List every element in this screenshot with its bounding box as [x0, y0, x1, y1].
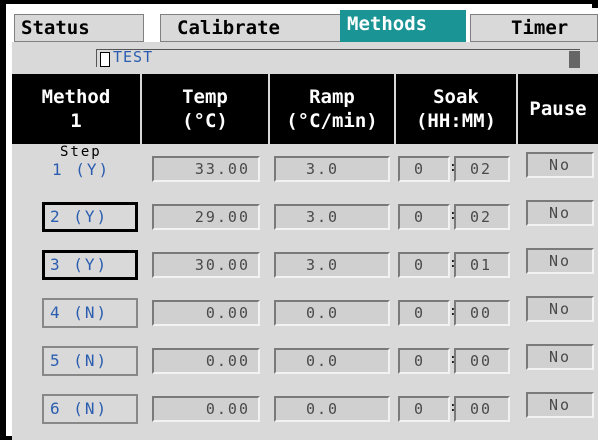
time-colon: :	[449, 160, 457, 175]
header-method-number: 1	[70, 110, 82, 132]
step-button[interactable]: 4 (N)	[42, 298, 138, 328]
screen-content: Status Calibrate Methods Timer TEST Meth…	[12, 8, 598, 440]
method-name-strip: TEST	[12, 42, 598, 74]
table-row: 5 (N) 0.00 0.0 0 : 00 No	[12, 336, 598, 384]
step-heading: Step	[60, 144, 102, 160]
method-name-label: TEST	[113, 48, 154, 66]
temp-field[interactable]: 0.00	[152, 396, 260, 422]
soak-minutes-field[interactable]: 00	[454, 348, 510, 374]
time-colon: :	[449, 352, 457, 367]
step-label[interactable]: 1 (Y)	[52, 160, 110, 179]
header-ramp: Ramp (°C/min)	[270, 74, 394, 144]
header-pause: Pause	[518, 74, 598, 144]
step-cell: 4 (N)	[12, 288, 140, 336]
table-row: Step 1 (Y) 33.00 3.0 0 : 02 No	[12, 144, 598, 192]
method-checkbox[interactable]	[100, 52, 110, 67]
step-button[interactable]: 5 (N)	[42, 346, 138, 376]
time-colon: :	[449, 256, 457, 271]
temp-field[interactable]: 0.00	[152, 300, 260, 326]
tab-methods[interactable]: Methods	[340, 10, 466, 42]
table-row: 3 (Y) 30.00 3.0 0 : 01 No	[12, 240, 598, 288]
header-soak: Soak (HH:MM)	[396, 74, 516, 144]
tab-status[interactable]: Status	[14, 14, 144, 42]
pause-field[interactable]: No	[526, 392, 594, 418]
pause-field[interactable]: No	[526, 200, 594, 226]
soak-hours-field[interactable]: 0	[398, 204, 450, 230]
method-name-field[interactable]	[96, 49, 580, 67]
pause-field[interactable]: No	[526, 248, 594, 274]
method-steps-table: Step 1 (Y) 33.00 3.0 0 : 02 No 2 (Y) 29.…	[12, 144, 598, 440]
ramp-field[interactable]: 0.0	[274, 300, 390, 326]
soak-hours-field[interactable]: 0	[398, 396, 450, 422]
soak-hours-field[interactable]: 0	[398, 348, 450, 374]
time-colon: :	[449, 400, 457, 415]
step-button[interactable]: 2 (Y)	[42, 202, 138, 232]
time-colon: :	[449, 208, 457, 223]
soak-minutes-field[interactable]: 00	[454, 300, 510, 326]
table-row: 2 (Y) 29.00 3.0 0 : 02 No	[12, 192, 598, 240]
temp-field[interactable]: 29.00	[152, 204, 260, 230]
temp-field[interactable]: 0.00	[152, 348, 260, 374]
soak-minutes-field[interactable]: 00	[454, 396, 510, 422]
header-method: Method 1	[12, 74, 140, 144]
step-cell: 2 (Y)	[12, 192, 140, 240]
header-method-title: Method	[41, 86, 111, 108]
header-ramp-title: Ramp	[309, 86, 355, 108]
header-temp-unit: (°C)	[182, 110, 228, 132]
header-soak-unit: (HH:MM)	[415, 110, 497, 132]
pause-field[interactable]: No	[526, 152, 594, 178]
ramp-field[interactable]: 0.0	[274, 396, 390, 422]
header-pause-title: Pause	[529, 98, 587, 120]
temp-field[interactable]: 30.00	[152, 252, 260, 278]
soak-hours-field[interactable]: 0	[398, 156, 450, 182]
time-colon: :	[449, 304, 457, 319]
step-cell: 3 (Y)	[12, 240, 140, 288]
ramp-field[interactable]: 3.0	[274, 204, 390, 230]
ramp-field[interactable]: 3.0	[274, 156, 390, 182]
table-row: 6 (N) 0.00 0.0 0 : 00 No	[12, 384, 598, 432]
tab-timer[interactable]: Timer	[470, 14, 598, 42]
soak-minutes-field[interactable]: 02	[454, 156, 510, 182]
step-cell: 6 (N)	[12, 384, 140, 432]
tab-calibrate[interactable]: Calibrate	[160, 14, 344, 42]
soak-hours-field[interactable]: 0	[398, 252, 450, 278]
ramp-field[interactable]: 0.0	[274, 348, 390, 374]
step-cell: 5 (N)	[12, 336, 140, 384]
table-row: 4 (N) 0.00 0.0 0 : 00 No	[12, 288, 598, 336]
scroll-thumb[interactable]	[569, 51, 580, 68]
tab-bar: Status Calibrate Methods Timer	[12, 8, 598, 44]
temp-field[interactable]: 33.00	[152, 156, 260, 182]
step-button[interactable]: 3 (Y)	[42, 250, 138, 280]
header-ramp-unit: (°C/min)	[286, 110, 378, 132]
header-temp: Temp (°C)	[142, 74, 268, 144]
ramp-field[interactable]: 3.0	[274, 252, 390, 278]
step-cell: Step 1 (Y)	[12, 144, 140, 192]
soak-hours-field[interactable]: 0	[398, 300, 450, 326]
table-header: Method 1 Temp (°C) Ramp (°C/min) Soak (H…	[12, 74, 598, 144]
device-screen: Status Calibrate Methods Timer TEST Meth…	[0, 0, 598, 440]
header-temp-title: Temp	[182, 86, 228, 108]
soak-minutes-field[interactable]: 02	[454, 204, 510, 230]
step-button[interactable]: 6 (N)	[42, 394, 138, 424]
header-soak-title: Soak	[433, 86, 479, 108]
pause-field[interactable]: No	[526, 344, 594, 370]
soak-minutes-field[interactable]: 01	[454, 252, 510, 278]
pause-field[interactable]: No	[526, 296, 594, 322]
